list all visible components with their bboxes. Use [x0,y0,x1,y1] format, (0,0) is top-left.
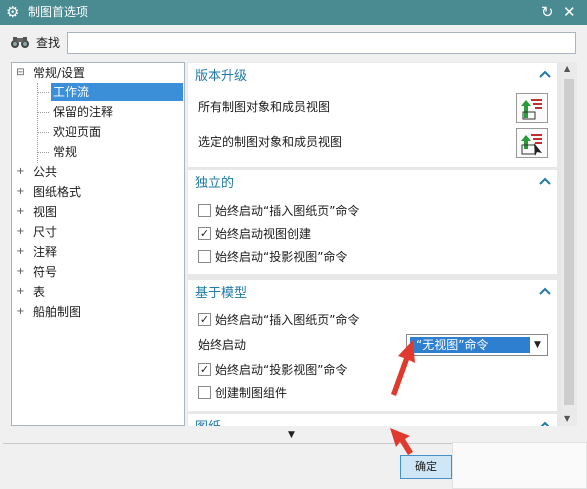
tree-item-table[interactable]: 表 [33,283,45,301]
dropdown-selected-value: “无视图”命令 [410,337,530,353]
tree-item-workflow[interactable]: 工作流 [51,83,183,101]
section-header[interactable]: 版本升级 [188,63,557,89]
tree-branch-line [37,112,49,113]
standalone-option-insert-sheet[interactable]: 始终启动“插入图纸页”命令 [188,200,557,222]
section-version-upgrade: 版本升级 所有制图对象和成员视图 选定的制图对象和成员视图 [188,63,557,167]
reset-icon[interactable]: ↻ [541,3,554,21]
annotation-arrow-icon [391,340,415,396]
tree-item-retained-annotations[interactable]: 保留的注释 [53,103,113,121]
property-pane: 版本升级 所有制图对象和成员视图 选定的制图对象和成员视图 独立的 始终启动“插… [187,62,577,426]
expand-icon[interactable]: + [15,203,26,221]
tree-branch-line [37,132,49,133]
checkbox-checked[interactable]: ✓ [198,313,211,326]
upgrade-all-button[interactable] [516,93,548,123]
binoculars-icon [10,35,32,53]
scroll-down-icon[interactable]: ▼ [564,415,570,423]
section-header[interactable]: 基于模型 [188,280,557,306]
section-title: 版本升级 [195,69,248,84]
tree-item-symbol[interactable]: 符号 [33,263,57,281]
tree-item-general-settings[interactable]: 常规/设置 [33,64,85,82]
collapse-chevron-icon[interactable] [539,175,551,191]
expand-icon[interactable]: + [15,283,26,301]
tree-item-view[interactable]: 视图 [33,203,57,221]
tree-item-dimension[interactable]: 尺寸 [33,223,57,241]
tree-item-welcome-page[interactable]: 欢迎页面 [53,123,101,141]
section-header[interactable]: 独立的 [188,170,557,196]
checkbox[interactable] [198,204,211,217]
tree-branch-line [37,152,49,153]
expand-icon[interactable]: + [15,163,26,181]
standalone-option-projected-view[interactable]: 始终启动“投影视图”命令 [188,246,557,268]
checkbox-label: 创建制图组件 [215,386,288,400]
cancel-button[interactable] [452,442,587,489]
standalone-option-view-creation[interactable]: ✓ 始终启动视图创建 [188,223,557,245]
expand-icon[interactable]: + [15,223,26,241]
collapse-chevron-icon[interactable] [539,68,551,84]
checkbox-label: 始终启动视图创建 [215,227,312,241]
expand-icon[interactable]: + [15,263,26,281]
gear-icon: ⚙ [6,3,20,21]
scroll-thumb[interactable] [564,79,574,405]
upgrade-row-selected: 选定的制图对象和成员视图 [188,131,557,153]
checkbox[interactable] [198,386,211,399]
upgrade-all-icon [521,99,542,120]
checkbox-label: 始终启动“插入图纸页”命令 [215,313,360,327]
tree-item-general[interactable]: 常规 [53,143,77,161]
window-title: 制图首选项 [28,5,89,19]
tree-item-ship-drafting[interactable]: 船舶制图 [33,303,81,321]
checkbox-checked[interactable]: ✓ [198,227,211,240]
tree-item-sheet-format[interactable]: 图纸格式 [33,183,81,201]
expand-icon[interactable]: + [15,183,26,201]
section-standalone: 独立的 始终启动“插入图纸页”命令 ✓ 始终启动视图创建 始终启动“投影视图”命… [188,170,557,274]
start-label: 始终启动 [198,338,247,352]
search-bar: 查找 [0,25,587,61]
upgrade-all-label: 所有制图对象和成员视图 [198,100,331,114]
upgrade-selected-label: 选定的制图对象和成员视图 [198,135,343,149]
scroll-up-icon[interactable]: ▲ [564,65,570,73]
collapse-chevron-icon[interactable] [539,285,551,301]
section-header[interactable]: 图纸 [188,414,557,426]
close-icon[interactable]: ✕ [563,3,576,21]
upgrade-selected-button[interactable] [516,128,548,158]
category-tree: ⊟ 常规/设置 工作流 保留的注释 欢迎页面 常规 + 公共 + 图纸格式 + … [11,62,185,426]
search-label: 查找 [36,36,61,50]
section-title: 基于模型 [195,286,248,301]
model-option-create-component[interactable]: 创建制图组件 [188,382,557,404]
checkbox-label: 始终启动“插入图纸页”命令 [215,204,360,218]
chevron-down-icon[interactable]: ▼ [534,338,541,352]
collapse-icon[interactable]: ⊟ [15,64,26,82]
checkbox-label: 始终启动“投影视图”命令 [215,363,348,377]
section-sheet: 图纸 [188,414,557,426]
model-option-insert-sheet[interactable]: ✓ 始终启动“插入图纸页”命令 [188,309,557,331]
vertical-scrollbar[interactable]: ▲ ▼ [561,62,577,426]
model-option-projected-view[interactable]: ✓ 始终启动“投影视图”命令 [188,359,557,381]
start-command-dropdown[interactable]: “无视图”命令 ▼ [406,334,548,356]
tree-item-common[interactable]: 公共 [33,163,57,181]
collapse-chevron-icon[interactable] [539,419,551,426]
upgrade-row-all: 所有制图对象和成员视图 [188,96,557,118]
expand-icon[interactable]: + [15,303,26,321]
section-title: 独立的 [195,176,235,191]
tree-item-annotation[interactable]: 注释 [33,243,57,261]
upgrade-selected-icon [521,134,542,156]
checkbox-label: 始终启动“投影视图”命令 [215,250,348,264]
ok-button[interactable]: 确定 [400,455,452,479]
checkbox-checked[interactable]: ✓ [198,363,211,376]
more-options-icon[interactable]: ▼ [288,430,295,440]
annotation-arrow-icon [390,428,413,455]
expand-icon[interactable]: + [15,243,26,261]
tree-branch-line [37,83,38,163]
checkbox[interactable] [198,250,211,263]
search-input[interactable] [67,32,576,54]
title-bar: ⚙ 制图首选项 ↻ ✕ [0,0,587,25]
tree-branch-line [37,92,49,93]
